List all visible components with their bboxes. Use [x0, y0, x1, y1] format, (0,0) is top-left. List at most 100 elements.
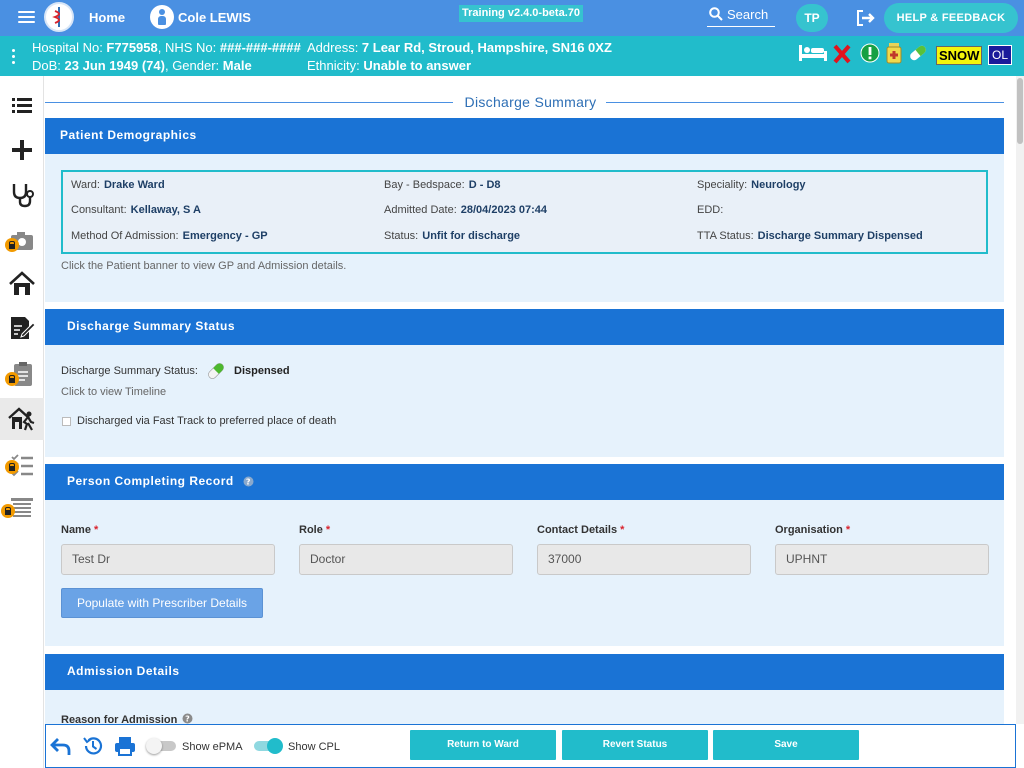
status-field: Status: Unfit for discharge — [384, 230, 521, 242]
sidebar-discharge-icon[interactable] — [0, 398, 44, 440]
lock-icon — [5, 238, 19, 252]
svg-text:?: ? — [245, 478, 250, 487]
bay-field: Bay - Bedspace: D - D8 — [384, 179, 501, 191]
speciality-field: Speciality: Neurology — [697, 179, 806, 191]
ol-badge[interactable]: OL — [988, 45, 1013, 65]
bottom-action-bar: Show ePMA Show CPL Return to Ward Revert… — [45, 724, 1016, 768]
banner-hint: Click the Patient banner to view GP and … — [61, 260, 347, 272]
user-avatar[interactable]: TP — [796, 4, 828, 32]
tta-status-field: TTA Status: Discharge Summary Dispensed — [697, 230, 923, 242]
hospital-nhs-line: Hospital No: F775958, NHS No: ###-###-##… — [32, 40, 301, 55]
app-logo[interactable] — [44, 2, 74, 32]
pill-icon[interactable] — [907, 43, 929, 63]
history-icon[interactable] — [82, 735, 104, 757]
lock-icon — [1, 504, 15, 518]
panel-header: Patient Demographics — [45, 118, 1004, 154]
patient-banner[interactable]: Hospital No: F775958, NHS No: ###-###-##… — [0, 36, 1024, 76]
lock-icon — [5, 372, 19, 386]
sidebar-checklist-icon[interactable] — [5, 450, 36, 478]
snow-badge[interactable]: SNOW — [936, 46, 983, 65]
main-scrollbar[interactable] — [1016, 76, 1024, 724]
gender: Male — [222, 58, 252, 73]
reason-for-admission-label: Reason for Admission ? — [61, 712, 193, 724]
nhs-number: ###-###-#### — [219, 40, 301, 55]
dob-gender-line: DoB: 23 Jun 1949 (74), Gender: Male — [32, 58, 252, 73]
sidebar-clipboard-icon[interactable] — [5, 360, 36, 388]
help-icon[interactable]: ? — [243, 476, 254, 487]
organisation-field[interactable]: UPHNT — [775, 544, 989, 575]
dob: 23 Jun 1949 (74) — [64, 58, 165, 73]
alert-exclamation-icon[interactable] — [860, 43, 880, 63]
ethnicity-line: Ethnicity: Unable to answer — [307, 58, 471, 73]
panel-header: Discharge Summary Status — [45, 309, 1004, 345]
ethnicity: Unable to answer — [363, 58, 471, 73]
kebab-menu-icon[interactable] — [12, 49, 16, 67]
panel-header: Admission Details — [45, 654, 1004, 690]
show-epma-label: Show ePMA — [182, 741, 243, 753]
populate-prescriber-button[interactable]: Populate with Prescriber Details — [61, 588, 263, 618]
ward-field: Ward: Drake Ward — [71, 179, 165, 191]
person-completing-record-panel: Person Completing Record ? Name * Role *… — [45, 464, 1004, 646]
admitted-date-field: Admitted Date: 28/04/2023 07:44 — [384, 204, 548, 216]
sidebar-camera-icon[interactable] — [5, 226, 36, 254]
undo-icon[interactable] — [50, 735, 72, 757]
save-button[interactable]: Save — [713, 730, 859, 760]
address-line: Address: 7 Lear Rd, Stroud, Hampshire, S… — [307, 40, 612, 55]
role-field[interactable]: Doctor — [299, 544, 513, 575]
logout-icon[interactable] — [856, 10, 876, 31]
version-badge: Training v2.4.0-beta.70 — [459, 5, 583, 22]
ds-status-value: Dispensed — [234, 365, 290, 377]
name-label: Name * — [61, 524, 99, 536]
patient-demographics-panel: Patient Demographics Ward: Drake Ward Bay… — [45, 118, 1004, 302]
fast-track-label: Discharged via Fast Track to preferred p… — [77, 415, 337, 427]
pill-icon — [208, 363, 224, 379]
contact-details-field[interactable]: 37000 — [537, 544, 751, 575]
discharge-summary-status-panel: Discharge Summary Status Discharge Summa… — [45, 309, 1004, 457]
edd-field: EDD: — [697, 204, 724, 216]
help-icon[interactable]: ? — [182, 713, 193, 724]
medication-bottle-icon[interactable] — [885, 42, 903, 64]
main-content[interactable]: Discharge Summary Patient Demographics W… — [45, 76, 1016, 724]
role-label: Role * — [299, 524, 331, 536]
scrollbar-thumb[interactable] — [1017, 78, 1023, 144]
show-cpl-toggle[interactable] — [254, 738, 283, 754]
left-sidebar — [0, 76, 44, 768]
sidebar-list-icon[interactable] — [8, 92, 36, 120]
panel-header: Person Completing Record ? — [45, 464, 1004, 500]
consultant-field: Consultant: Kellaway, S A — [71, 204, 201, 216]
name-field[interactable]: Test Dr — [61, 544, 275, 575]
address: 7 Lear Rd, Stroud, Hampshire, SN16 0XZ — [361, 40, 612, 55]
demographics-box[interactable]: Ward: Drake Ward Bay - Bedspace: D - D8 Sp… — [61, 170, 988, 254]
print-icon[interactable] — [114, 735, 136, 757]
svg-text:?: ? — [186, 715, 191, 724]
admission-details-panel: Admission Details Reason for Admission ? — [45, 654, 1004, 724]
bed-icon[interactable] — [798, 43, 828, 63]
search-icon — [709, 7, 723, 21]
sidebar-edit-document-icon[interactable] — [8, 314, 36, 342]
sidebar-home-icon[interactable] — [8, 270, 36, 298]
view-timeline-link[interactable]: Click to view Timeline — [61, 386, 166, 398]
hospital-number: F775958 — [106, 40, 158, 55]
search-label: Search — [727, 7, 769, 22]
page-title: Discharge Summary — [45, 94, 1016, 110]
ds-status-label: Discharge Summary Status: — [61, 365, 198, 377]
sidebar-add-icon[interactable] — [8, 136, 36, 164]
help-feedback-button[interactable]: HELP & FEEDBACK — [884, 3, 1018, 33]
hamburger-menu-icon[interactable] — [18, 11, 35, 25]
patient-icon — [150, 5, 174, 29]
revert-status-button[interactable]: Revert Status — [562, 730, 708, 760]
top-nav-bar: Home Cole LEWIS Training v2.4.0-beta.70 … — [0, 0, 1024, 36]
cross-icon[interactable] — [833, 44, 851, 64]
lock-icon — [5, 460, 19, 474]
patient-name[interactable]: Cole LEWIS — [178, 10, 251, 25]
contact-details-label: Contact Details * — [537, 524, 625, 536]
organisation-label: Organisation * — [775, 524, 851, 536]
sidebar-report-icon[interactable] — [1, 494, 36, 522]
search-button[interactable]: Search — [707, 5, 775, 27]
sidebar-stethoscope-icon[interactable] — [8, 180, 36, 208]
show-epma-toggle[interactable] — [146, 738, 176, 754]
fast-track-checkbox[interactable] — [62, 417, 71, 426]
show-cpl-label: Show CPL — [288, 741, 340, 753]
home-link[interactable]: Home — [89, 10, 125, 25]
return-to-ward-button[interactable]: Return to Ward — [410, 730, 556, 760]
